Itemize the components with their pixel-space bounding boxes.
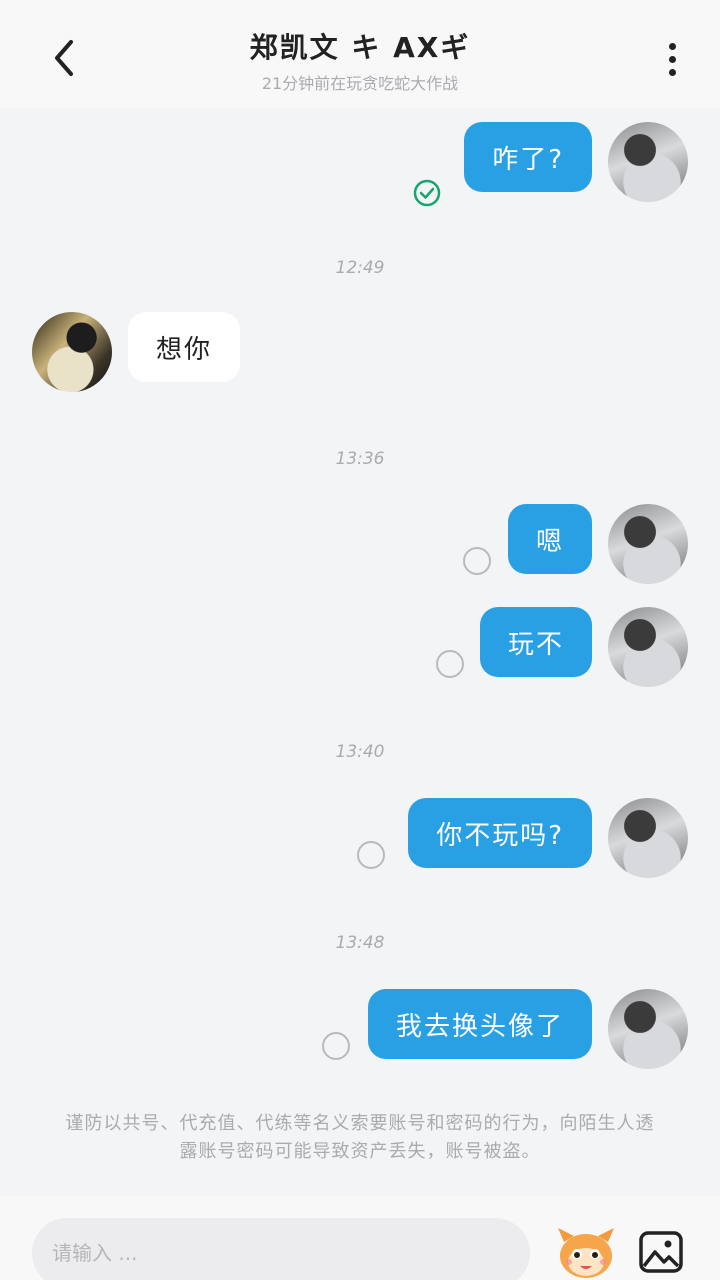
message-bubble[interactable]: 咋了? (464, 122, 592, 192)
more-options-button[interactable] (652, 36, 692, 82)
message-row: 嗯 (0, 504, 720, 584)
back-button[interactable] (40, 34, 88, 82)
message-bubble[interactable]: 玩不 (479, 607, 592, 677)
message-timestamp: 13:48 (335, 933, 385, 953)
message-row: 想你 (0, 312, 720, 392)
more-vertical-icon (668, 68, 676, 76)
contact-avatar[interactable] (32, 312, 112, 392)
image-icon (639, 1231, 683, 1273)
emoji-button[interactable] (554, 1224, 618, 1280)
message-timestamp: 12:49 (335, 258, 385, 278)
emoji-mascot-icon (558, 1228, 614, 1278)
contact-status: 21分钟前在玩贪吃蛇大作战 (261, 74, 459, 93)
message-timestamp: 13:40 (335, 742, 385, 762)
message-row: 你不玩吗? (0, 798, 720, 878)
my-avatar[interactable] (608, 122, 688, 202)
message-bubble[interactable]: 你不玩吗? (408, 798, 592, 868)
contact-name: 郑凯文 キ AXギ (249, 31, 471, 64)
read-check-icon (413, 179, 441, 207)
message-bubble[interactable]: 嗯 (507, 504, 592, 574)
pending-status-icon (357, 841, 385, 869)
pending-status-icon (463, 547, 491, 575)
message-row: 咋了? (0, 122, 720, 207)
message-list[interactable]: 咋了? 12:49 想你 13:36 嗯 玩不 13:40 你不玩吗? 13:4… (0, 108, 720, 1198)
security-notice: 谨防以共号、代充值、代练等名义索要账号和密码的行为，向陌生人透露账号密码可能导致… (65, 1113, 655, 1162)
message-row: 玩不 (0, 607, 720, 687)
message-input[interactable] (32, 1218, 530, 1280)
my-avatar[interactable] (608, 607, 688, 687)
message-bubble[interactable]: 我去换头像了 (367, 989, 592, 1059)
message-timestamp: 13:36 (335, 449, 385, 469)
my-avatar[interactable] (608, 798, 688, 878)
chevron-left-icon (55, 40, 73, 76)
chat-title-group: 郑凯文 キ AXギ 21分钟前在玩贪吃蛇大作战 (160, 26, 560, 94)
my-avatar[interactable] (608, 989, 688, 1069)
more-vertical-icon (668, 42, 676, 50)
my-avatar[interactable] (608, 504, 688, 584)
message-bubble[interactable]: 想你 (128, 312, 241, 382)
pending-status-icon (322, 1032, 350, 1060)
message-row: 我去换头像了 (0, 989, 720, 1069)
chat-header: 郑凯文 キ AXギ 21分钟前在玩贪吃蛇大作战 (0, 0, 720, 108)
more-vertical-icon (668, 55, 676, 63)
pending-status-icon (436, 650, 464, 678)
input-bar (0, 1196, 720, 1280)
image-picker-button[interactable] (638, 1230, 684, 1274)
